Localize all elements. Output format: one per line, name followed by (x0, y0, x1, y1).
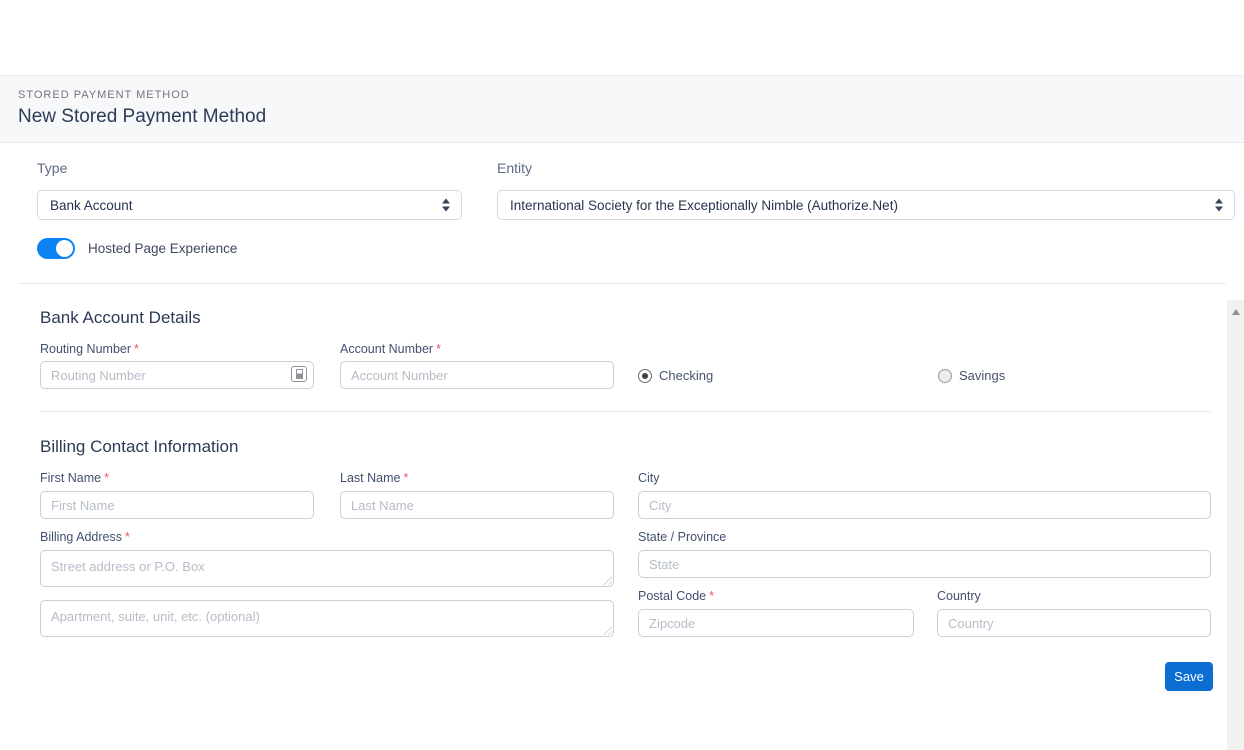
required-marker: * (436, 342, 441, 356)
hosted-page-toggle-label: Hosted Page Experience (88, 241, 237, 256)
account-number-input[interactable] (340, 361, 614, 389)
scroll-up-icon[interactable] (1232, 309, 1240, 315)
entity-label: Entity (497, 160, 1235, 176)
required-marker: * (104, 471, 109, 485)
state-input[interactable] (638, 550, 1211, 578)
account-number-label: Account Number* (340, 342, 441, 356)
hosted-page-toggle-row: Hosted Page Experience (37, 238, 237, 259)
radio-button-icon[interactable] (938, 369, 952, 383)
radio-checking[interactable]: Checking (638, 368, 713, 383)
type-label: Type (37, 160, 462, 176)
required-marker: * (125, 530, 130, 544)
select-stepper-icon (1215, 199, 1223, 212)
vertical-scrollbar[interactable] (1227, 300, 1244, 750)
first-name-input[interactable] (40, 491, 314, 519)
section-divider (40, 411, 1211, 412)
required-marker: * (403, 471, 408, 485)
page-header: STORED PAYMENT METHOD New Stored Payment… (0, 75, 1244, 143)
city-input[interactable] (638, 491, 1211, 519)
hosted-page-toggle[interactable] (37, 238, 75, 259)
entity-field-group: Entity International Society for the Exc… (497, 160, 1235, 220)
radio-savings-label: Savings (959, 368, 1005, 383)
street-address-wrap (40, 550, 614, 587)
select-stepper-icon (442, 199, 450, 212)
radio-checking-label: Checking (659, 368, 713, 383)
entity-select[interactable]: International Society for the Exceptiona… (497, 190, 1235, 220)
autofill-icon[interactable] (291, 366, 307, 382)
arrow-down-icon (1215, 207, 1223, 212)
radio-savings[interactable]: Savings (938, 368, 1005, 383)
save-button[interactable]: Save (1165, 662, 1213, 691)
toggle-knob (56, 240, 73, 257)
required-marker: * (134, 342, 139, 356)
arrow-up-icon (442, 199, 450, 204)
postal-code-input[interactable] (638, 609, 914, 637)
city-label: City (638, 471, 660, 485)
address-line2-wrap (40, 600, 614, 637)
type-select-value: Bank Account (50, 198, 133, 213)
radio-button-icon[interactable] (638, 369, 652, 383)
entity-select-value: International Society for the Exceptiona… (510, 198, 898, 213)
required-marker: * (709, 589, 714, 603)
last-name-label: Last Name* (340, 471, 408, 485)
bank-section-title: Bank Account Details (40, 308, 201, 328)
address-line2-textarea[interactable] (40, 600, 614, 637)
billing-section-title: Billing Contact Information (40, 437, 238, 457)
last-name-input[interactable] (340, 491, 614, 519)
state-label: State / Province (638, 530, 726, 544)
country-label: Country (937, 589, 981, 603)
billing-address-label: Billing Address* (40, 530, 130, 544)
type-select[interactable]: Bank Account (37, 190, 462, 220)
routing-number-input[interactable] (40, 361, 314, 389)
page-title: New Stored Payment Method (18, 106, 1244, 128)
arrow-down-icon (442, 207, 450, 212)
routing-number-label: Routing Number* (40, 342, 139, 356)
postal-code-label: Postal Code* (638, 589, 714, 603)
first-name-label: First Name* (40, 471, 109, 485)
type-field-group: Type Bank Account (37, 160, 462, 220)
object-type-label: STORED PAYMENT METHOD (18, 89, 1244, 101)
arrow-up-icon (1215, 199, 1223, 204)
section-divider (18, 283, 1226, 284)
country-input[interactable] (937, 609, 1211, 637)
street-address-textarea[interactable] (40, 550, 614, 587)
routing-number-wrap (40, 361, 314, 389)
